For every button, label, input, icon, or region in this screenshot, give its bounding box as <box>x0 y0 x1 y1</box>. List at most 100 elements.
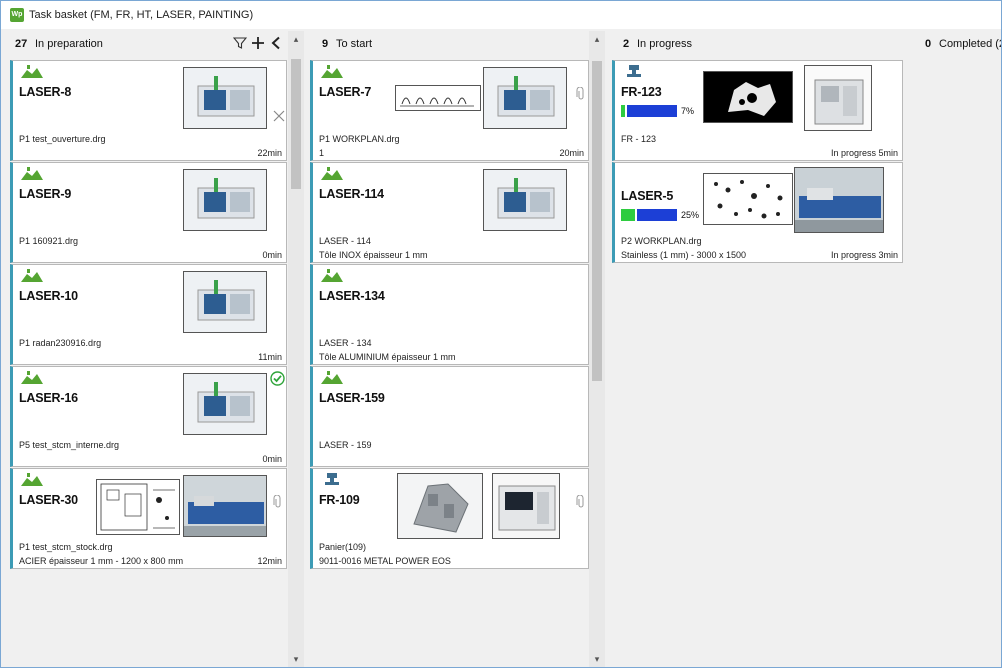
progress-fill <box>621 105 625 117</box>
window-title: Task basket (FM, FR, HT, LASER, PAINTING… <box>29 9 254 21</box>
laser-task-icon <box>21 269 43 282</box>
task-card[interactable]: LASER-9 P1 160921.drg 0min <box>10 162 287 263</box>
laser-task-icon <box>21 65 43 78</box>
paperclip-icon[interactable] <box>576 86 586 106</box>
task-name: LASER-134 <box>319 289 385 303</box>
machine-thumbnail <box>183 169 267 231</box>
machine-thumbnail <box>483 169 567 231</box>
task-time: 0min <box>262 454 282 464</box>
task-material: Tôle ALUMINIUM épaisseur 1 mm <box>319 352 456 362</box>
machine-thumbnail <box>183 373 267 435</box>
column-label: In preparation <box>35 38 103 50</box>
laser-task-icon <box>21 473 43 486</box>
task-card[interactable]: LASER-159 LASER - 159 <box>310 366 589 467</box>
task-file: Panier(109) <box>319 542 367 552</box>
task-material: Stainless (1 mm) - 3000 x 1500 <box>621 250 747 260</box>
progress-percent: 7% <box>681 106 695 116</box>
task-name: LASER-114 <box>319 187 384 201</box>
machine-thumbnail <box>183 271 267 333</box>
part-drawing-thumbnail <box>703 173 793 225</box>
scroll-thumb[interactable] <box>592 61 602 381</box>
task-card[interactable]: LASER-5 25% P2 WORKPLAN.drg Stainless (1… <box>612 162 903 263</box>
progress-remaining <box>637 209 677 221</box>
task-name: LASER-159 <box>319 391 385 405</box>
app-icon: Wp <box>10 8 24 22</box>
task-card[interactable]: LASER-8 P1 test_ouverture.drg 22min <box>10 60 287 161</box>
column-header-in-preparation: 27 In preparation <box>7 31 287 55</box>
task-name: LASER-8 <box>19 85 72 99</box>
task-card[interactable]: LASER-7 P1 WORKPLAN.drg 1 20min <box>310 60 589 161</box>
task-material: ACIER épaisseur 1 mm - 1200 x 800 mm <box>19 556 184 566</box>
task-file: P1 WORKPLAN.drg <box>319 134 400 144</box>
task-time: 12min <box>257 556 282 566</box>
task-file: LASER - 159 <box>319 440 372 450</box>
task-card[interactable]: FR-109 Panier(109) 9011-0016 METAL POWER… <box>310 468 589 569</box>
task-card[interactable]: LASER-114 LASER - 114 Tôle INOX épaisseu… <box>310 162 589 263</box>
task-name: FR-123 <box>621 85 662 99</box>
paperclip-icon[interactable] <box>273 494 283 514</box>
laser-task-icon <box>321 371 343 384</box>
task-name: LASER-10 <box>19 289 78 303</box>
scroll-up-arrow[interactable]: ▴ <box>589 31 605 47</box>
task-file: P1 test_stcm_stock.drg <box>19 542 113 552</box>
completed-column <box>909 57 1001 667</box>
filter-icon[interactable] <box>232 35 248 51</box>
column-header-to-start: 9 To start <box>307 31 589 55</box>
task-card[interactable]: LASER-10 P1 radan230916.drg 11min <box>10 264 287 365</box>
column-label: Completed (2 <box>939 38 1001 50</box>
task-subtitle: FR - 123 <box>621 134 657 144</box>
progress-remaining <box>627 105 677 117</box>
column-count: 27 <box>15 38 28 50</box>
task-card[interactable]: LASER-16 P5 test_stcm_interne.drg 0min <box>10 366 287 467</box>
scrollbar-to-start[interactable]: ▴ ▾ <box>589 31 605 667</box>
task-material: 9011-0016 METAL POWER EOS <box>319 556 451 566</box>
title-bar: Wp Task basket (FM, FR, HT, LASER, PAINT… <box>1 1 1001 29</box>
column-label: In progress <box>637 38 693 50</box>
close-icon[interactable] <box>273 109 285 127</box>
task-time: 11min <box>258 352 282 362</box>
column-count: 0 <box>925 38 932 50</box>
machine-photo-thumbnail <box>804 65 872 131</box>
paperclip-icon[interactable] <box>576 494 586 514</box>
task-material: Tôle INOX épaisseur 1 mm <box>319 250 428 260</box>
task-file: LASER - 134 <box>319 338 372 348</box>
part-photo-thumbnail <box>703 71 793 123</box>
progress-percent: 25% <box>681 210 700 220</box>
laser-task-icon <box>321 269 343 282</box>
task-file: P1 test_ouverture.drg <box>19 134 106 144</box>
task-name: FR-109 <box>319 493 360 507</box>
laser-task-icon <box>321 167 343 180</box>
scroll-up-arrow[interactable]: ▴ <box>288 31 304 47</box>
laser-task-icon <box>21 371 43 384</box>
task-subtitle: 1 <box>319 148 325 158</box>
task-card[interactable]: FR-123 7% FR - 123 In progress 5min <box>612 60 903 161</box>
machine-photo-thumbnail <box>492 473 560 539</box>
part-drawing-thumbnail <box>96 479 180 535</box>
scrollbar-in-preparation[interactable]: ▴ ▾ <box>288 31 304 667</box>
fr-task-icon <box>325 473 339 485</box>
plus-icon[interactable] <box>250 35 266 51</box>
scroll-down-arrow[interactable]: ▾ <box>589 651 605 667</box>
task-file: LASER - 114 <box>319 236 371 246</box>
task-card[interactable]: LASER-30 P1 test_stcm_stock.drg ACIER ép… <box>10 468 287 569</box>
task-name: LASER-30 <box>19 493 78 507</box>
task-time: 0min <box>262 250 282 260</box>
task-status-time: In progress 3min <box>830 250 898 260</box>
part-drawing-thumbnail <box>395 85 481 111</box>
column-label: To start <box>336 38 373 50</box>
task-status-time: In progress 5min <box>830 148 898 158</box>
column-count: 2 <box>623 38 630 50</box>
task-name: LASER-5 <box>621 189 674 203</box>
scroll-down-arrow[interactable]: ▾ <box>288 651 304 667</box>
task-file: P5 test_stcm_interne.drg <box>19 440 120 450</box>
scroll-thumb[interactable] <box>291 59 301 189</box>
task-name: LASER-9 <box>19 187 72 201</box>
task-card[interactable]: LASER-134 LASER - 134 Tôle ALUMINIUM épa… <box>310 264 589 365</box>
task-time: 22min <box>257 148 282 158</box>
task-file: P2 WORKPLAN.drg <box>621 236 702 246</box>
progress-bar <box>621 105 677 117</box>
machine-photo-thumbnail <box>183 475 267 537</box>
chevron-left-icon[interactable] <box>268 35 284 51</box>
part-photo-thumbnail <box>397 473 483 539</box>
task-time: 20min <box>559 148 584 158</box>
